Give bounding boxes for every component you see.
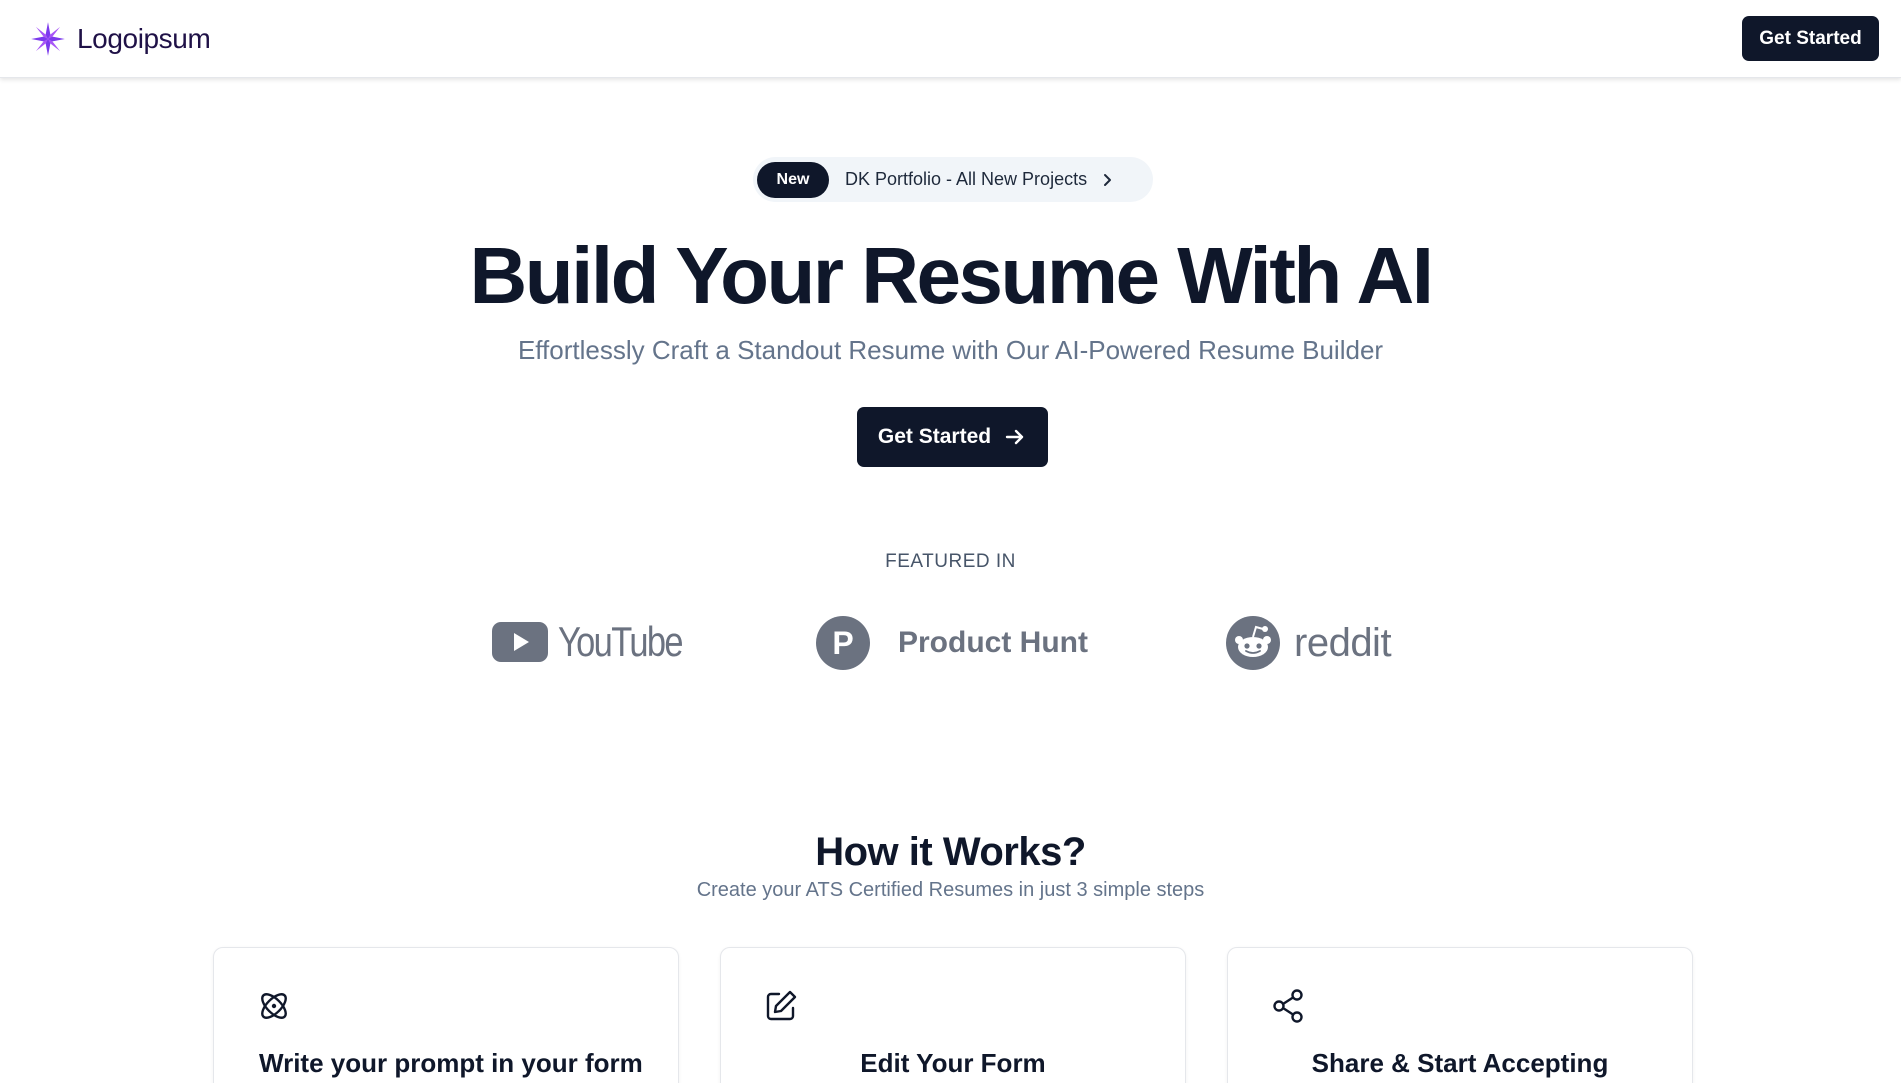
reddit-wordmark: reddit [1294, 620, 1392, 665]
step-title: Share & Start Accepting [1311, 1048, 1609, 1078]
step-card-share: Share & Start Accepting [1227, 947, 1693, 1083]
step-title: Edit Your Form [860, 1048, 1046, 1078]
logo-icon [31, 21, 65, 56]
how-it-works-subtitle: Create your ATS Certified Resumes in jus… [696, 879, 1205, 901]
hero-title: Build Your Resume With AI [469, 231, 1434, 320]
logo-text: Logoipsum [77, 22, 211, 54]
how-it-works-title: How it Works? [815, 830, 1086, 874]
youtube-wordmark: YouTube [558, 618, 683, 665]
brand-reddit: reddit [1226, 616, 1392, 670]
atom-icon [261, 993, 287, 1019]
share-icon [1273, 989, 1303, 1023]
step-card-prompt: Write your prompt in your form [213, 947, 679, 1083]
arrow-right-icon [1005, 429, 1024, 445]
step-title: Write your prompt in your form [259, 1048, 643, 1078]
product-hunt-wordmark: Product Hunt [898, 626, 1088, 659]
chevron-right-icon [1104, 173, 1112, 186]
announcement-text: DK Portfolio - All New Projects [845, 169, 1088, 189]
brand-youtube: YouTube [492, 618, 709, 666]
hero-get-started-button[interactable]: Get Started [857, 407, 1048, 467]
site-header: Logoipsum Get Started [0, 0, 1901, 78]
announcement-pill[interactable]: New DK Portfolio - All New Projects [753, 157, 1153, 202]
hero-cta-label: Get Started [877, 425, 992, 448]
edit-icon [766, 990, 797, 1021]
step-card-edit: Edit Your Form [720, 947, 1186, 1083]
brand-product-hunt: P Product Hunt [816, 616, 1088, 670]
new-badge: New [757, 161, 829, 198]
featured-in-label: FEATURED IN [885, 551, 1016, 572]
header-get-started-button[interactable]: Get Started [1742, 16, 1879, 61]
logo[interactable]: Logoipsum [27, 18, 211, 60]
hero-subtitle: Effortlessly Craft a Standout Resume wit… [517, 335, 1384, 365]
youtube-icon [492, 622, 548, 662]
reddit-icon [1226, 616, 1280, 670]
product-hunt-icon: P [816, 616, 870, 670]
